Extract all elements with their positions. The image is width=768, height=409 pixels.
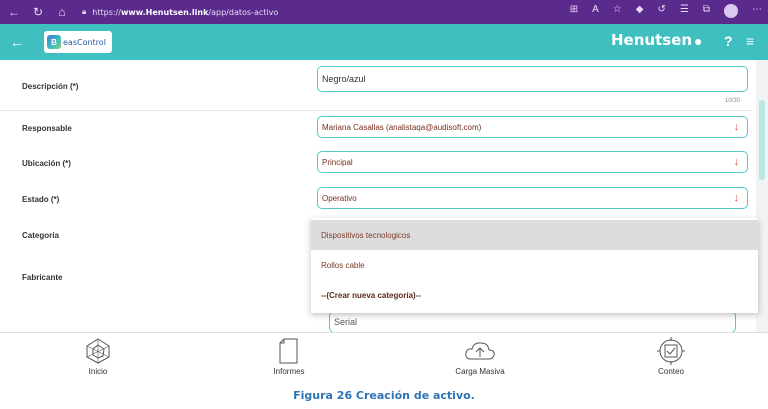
more-options-icon[interactable]: ⋯: [752, 4, 762, 18]
menu-icon[interactable]: ≡: [746, 33, 754, 49]
divider: [0, 110, 752, 111]
lock-icon: 🔒︎: [82, 7, 87, 16]
read-aloud-icon[interactable]: A: [592, 4, 599, 18]
app-header: ← B easControl Henutsen ● ? ≡: [0, 24, 768, 60]
reader-icon[interactable]: ⊞: [570, 4, 578, 18]
refresh-icon[interactable]: ↻: [28, 5, 48, 19]
refresh-page-icon[interactable]: ↺: [658, 4, 666, 18]
browser-toolbar: ← ↻ ⌂ 🔒︎ https://www.Henutsen.link/app/d…: [0, 0, 768, 24]
scrollbar-thumb[interactable]: [759, 100, 765, 180]
browser-actions: ⊞ A ☆ ◆ ↺ ☰ ⧉ ⋯: [570, 4, 762, 18]
address-bar[interactable]: 🔒︎ https://www.Henutsen.link/app/datos-a…: [82, 7, 278, 17]
nav-informes-label: Informes: [273, 367, 305, 376]
nav-inicio[interactable]: Inicio: [58, 337, 138, 376]
company-logo: B easControl: [44, 31, 112, 53]
estado-label: Estado (*): [22, 195, 60, 204]
radar-icon: [86, 338, 110, 364]
checklist-target-icon: [657, 337, 685, 365]
nav-carga-masiva-label: Carga Masiva: [455, 367, 505, 376]
brand-name: Henutsen: [611, 31, 693, 49]
serial-field[interactable]: Serial: [329, 311, 736, 333]
collections-icon[interactable]: ⧉: [703, 4, 710, 18]
url-prefix: https://: [92, 7, 121, 17]
back-arrow-icon[interactable]: ←: [10, 34, 28, 50]
estado-value: Operativo: [322, 193, 357, 203]
nav-conteo[interactable]: Conteo: [631, 337, 711, 376]
chevron-down-icon: ↓: [733, 121, 740, 133]
responsable-label: Responsable: [22, 124, 72, 133]
nav-informes[interactable]: Informes: [249, 337, 329, 376]
nav-conteo-label: Conteo: [658, 367, 684, 376]
responsable-select[interactable]: Mariana Casallas (analistaqa@audisoft.co…: [317, 116, 748, 138]
figure-caption: Figura 26 Creación de activo.: [293, 389, 475, 402]
create-category-option[interactable]: --(Crear nueva categoría)--: [311, 280, 758, 310]
categoria-label: Categoría: [22, 231, 59, 240]
chevron-down-icon: ↓: [733, 192, 740, 204]
nav-inicio-label: Inicio: [88, 367, 108, 376]
responsable-value: Mariana Casallas (analistaqa@audisoft.co…: [322, 122, 482, 132]
chevron-down-icon: ↓: [733, 156, 740, 168]
help-icon[interactable]: ?: [724, 33, 733, 49]
descripcion-label: Descripción (*): [22, 82, 79, 91]
home-icon[interactable]: ⌂: [52, 5, 72, 19]
ubicacion-select[interactable]: Principal ↓: [317, 151, 748, 173]
dropdown-option[interactable]: Rollos cable: [311, 250, 758, 280]
user-icon[interactable]: ●: [694, 33, 702, 49]
favorites-list-icon[interactable]: ☰: [680, 4, 689, 18]
logo-mark: B: [47, 35, 61, 49]
ubicacion-value: Principal: [322, 157, 353, 167]
dropdown-option[interactable]: Dispositivos tecnologicos: [311, 220, 758, 250]
bottom-nav: Inicio Informes Carga Masiva Conteo: [0, 332, 768, 382]
logo-text: easControl: [63, 37, 106, 47]
char-counter: 10/30: [725, 98, 741, 104]
ubicacion-label: Ubicación (*): [22, 159, 71, 168]
descripcion-field[interactable]: Negro/azul: [317, 66, 748, 92]
url-domain: www.Henutsen.link: [120, 7, 209, 17]
categoria-dropdown: Dispositivos tecnologicos Rollos cable -…: [311, 218, 758, 313]
nav-carga-masiva[interactable]: Carga Masiva: [440, 337, 520, 376]
url-path: /app/datos-activo: [208, 7, 279, 17]
favorite-icon[interactable]: ☆: [613, 4, 622, 18]
extension-icon[interactable]: ◆: [636, 4, 644, 18]
document-icon: [279, 338, 298, 364]
profile-avatar[interactable]: [724, 4, 738, 18]
browser-back-icon[interactable]: ←: [4, 5, 24, 19]
estado-select[interactable]: Operativo ↓: [317, 187, 748, 209]
fabricante-label: Fabricante: [22, 273, 63, 282]
page: ← ↻ ⌂ 🔒︎ https://www.Henutsen.link/app/d…: [0, 0, 768, 409]
cloud-upload-icon: [465, 342, 495, 360]
